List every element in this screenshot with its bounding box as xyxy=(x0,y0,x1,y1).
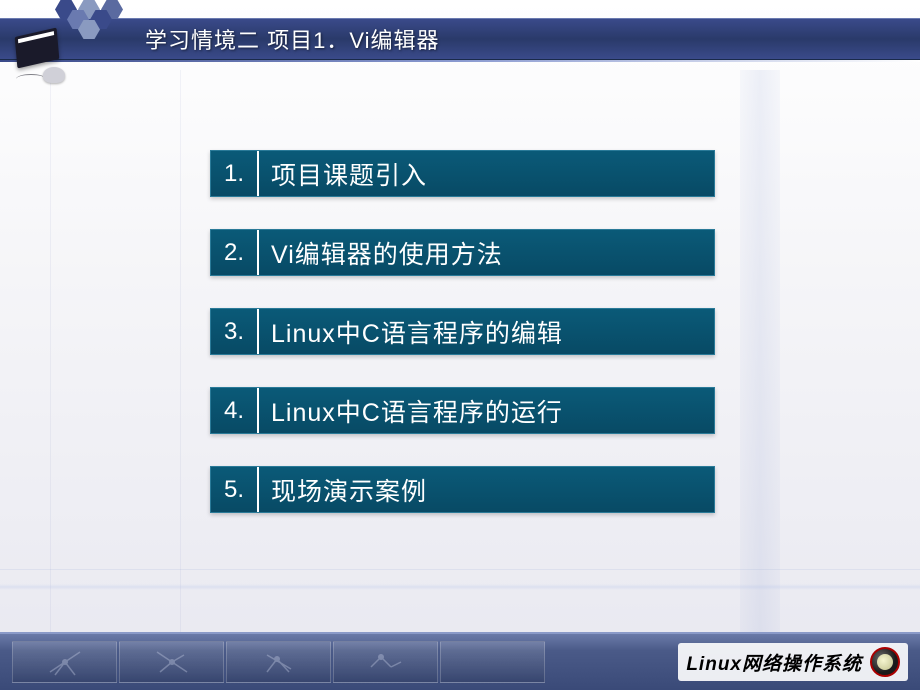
menu-label: Linux中C语言程序的编辑 xyxy=(259,309,714,354)
footer-bar: Linux网络操作系统 xyxy=(0,632,920,690)
page-title: 学习情境二 项目1．Vi编辑器 xyxy=(145,23,440,55)
menu-label: Linux中C语言程序的运行 xyxy=(259,388,714,433)
footer-panel xyxy=(226,641,331,683)
figure-icon xyxy=(45,647,85,677)
menu-item-4[interactable]: 4. Linux中C语言程序的运行 xyxy=(210,387,715,434)
bg-line xyxy=(740,70,780,632)
menu-number: 2. xyxy=(211,230,259,275)
menu-number: 1. xyxy=(211,151,259,196)
bg-line xyxy=(180,70,181,632)
menu-number: 4. xyxy=(211,388,259,433)
menu-item-2[interactable]: 2. Vi编辑器的使用方法 xyxy=(210,229,715,276)
bg-line xyxy=(50,70,51,632)
penguin-logo-icon xyxy=(870,647,900,677)
footer-brand-text: Linux网络操作系统 xyxy=(686,649,862,676)
menu-item-1[interactable]: 1. 项目课题引入 xyxy=(210,150,715,197)
menu-number: 5. xyxy=(211,467,259,512)
footer-panel xyxy=(440,641,545,683)
footer-panel xyxy=(333,641,438,683)
menu-list: 1. 项目课题引入 2. Vi编辑器的使用方法 3. Linux中C语言程序的编… xyxy=(210,150,715,545)
menu-number: 3. xyxy=(211,309,259,354)
footer-brand: Linux网络操作系统 xyxy=(678,643,908,681)
menu-item-3[interactable]: 3. Linux中C语言程序的编辑 xyxy=(210,308,715,355)
menu-label: 项目课题引入 xyxy=(259,151,714,196)
figure-icon xyxy=(366,647,406,677)
footer-panel xyxy=(119,641,224,683)
book-mouse-icon xyxy=(8,32,78,92)
footer-panel xyxy=(12,641,117,683)
menu-label: Vi编辑器的使用方法 xyxy=(259,230,714,275)
menu-label: 现场演示案例 xyxy=(259,467,714,512)
figure-icon xyxy=(152,647,192,677)
header-underline xyxy=(0,60,920,62)
bg-line xyxy=(0,569,920,570)
menu-item-5[interactable]: 5. 现场演示案例 xyxy=(210,466,715,513)
footer-segments xyxy=(12,641,545,683)
figure-icon xyxy=(259,647,299,677)
bg-line xyxy=(0,584,920,590)
